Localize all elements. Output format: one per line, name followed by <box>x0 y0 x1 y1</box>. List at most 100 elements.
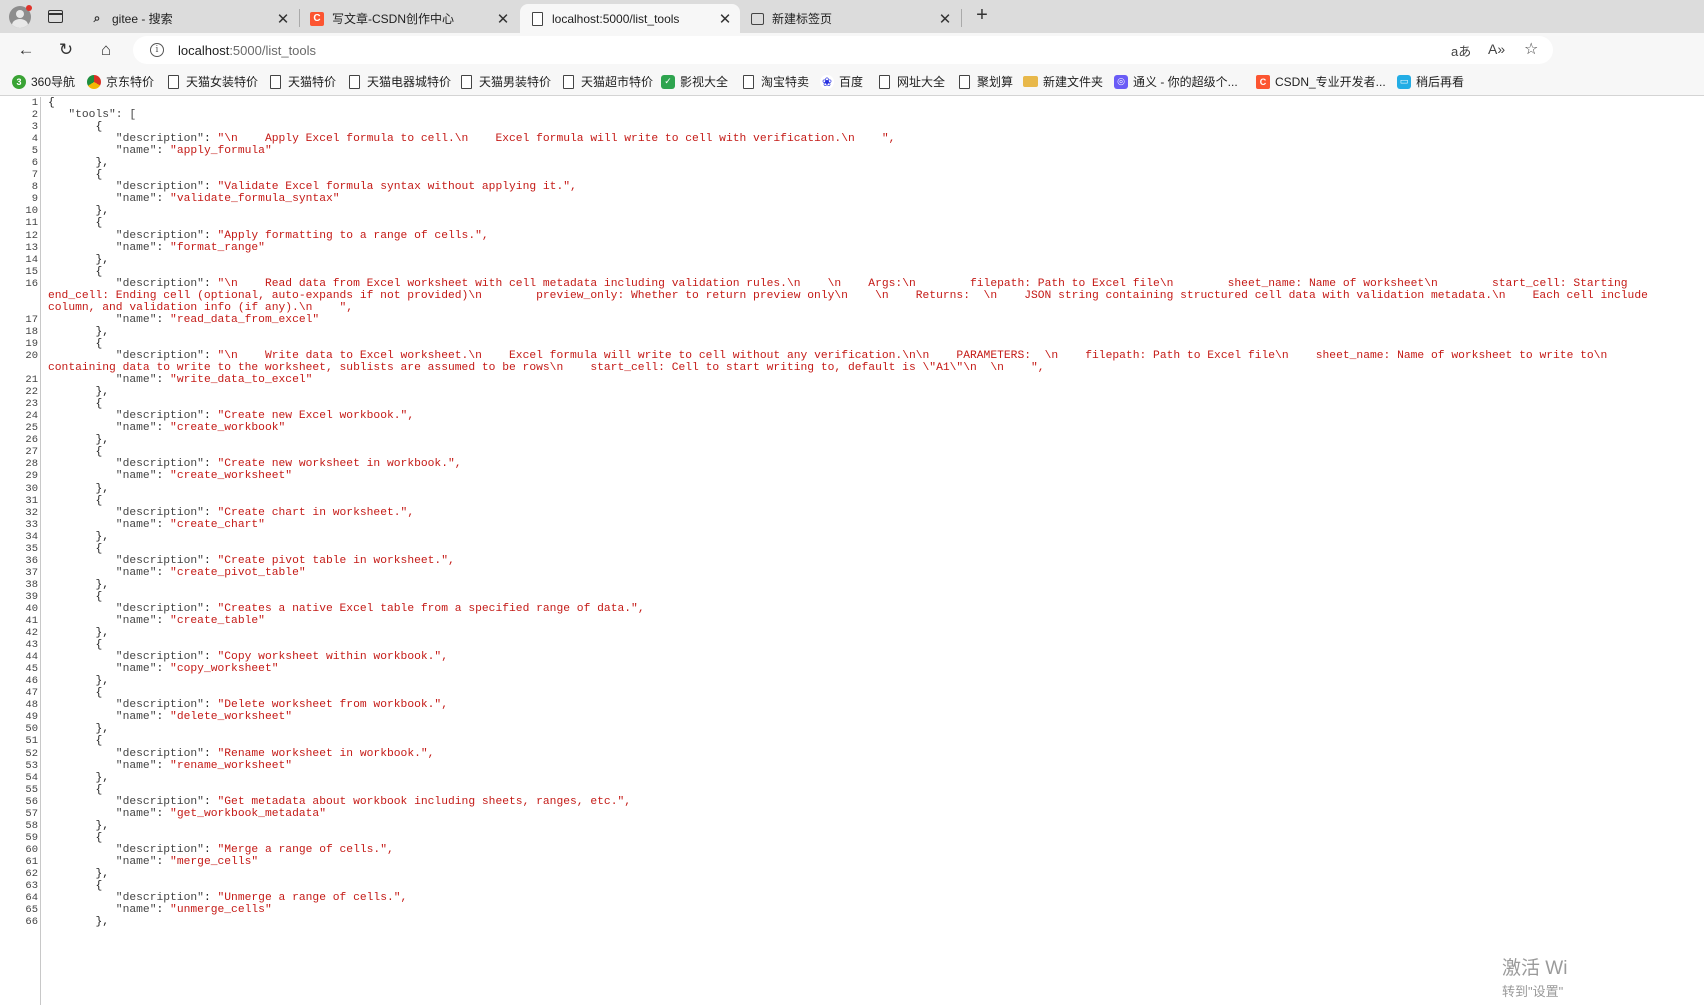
code-text: }, <box>95 723 110 736</box>
line-number: 43 <box>25 639 38 652</box>
code-text: }, <box>95 578 110 591</box>
bookmark-item[interactable]: 聚划算 <box>957 73 1013 90</box>
code-text: "name": "read_data_from_excel" <box>115 313 320 326</box>
back-button[interactable]: ← <box>14 38 38 62</box>
bookmark-item[interactable]: ❀ 百度 <box>820 73 863 90</box>
address-bar[interactable]: i localhost:5000/list_tools aあ A» ☆ <box>133 36 1553 64</box>
code-line: 49 "name": "delete_worksheet" <box>0 711 1704 723</box>
code-line: 18 }, <box>0 326 1704 338</box>
code-text: }, <box>95 868 110 880</box>
code-text: "description": "\n Read data from Excel … <box>115 277 1628 290</box>
code-line: 5 "name": "apply_formula" <box>0 145 1704 157</box>
code-line: 32 "description": "Create chart in works… <box>0 507 1704 519</box>
line-number: 26 <box>25 434 38 447</box>
favorite-star-icon[interactable]: ☆ <box>1524 39 1538 59</box>
code-line: 22 }, <box>0 386 1704 398</box>
close-icon[interactable]: ✕ <box>716 10 734 28</box>
bookmark-item[interactable]: 新建文件夹 <box>1023 73 1103 90</box>
line-number: 47 <box>25 687 38 700</box>
json-viewer[interactable]: 1{2 "tools": [3 {4 "description": "\n Ap… <box>0 97 1704 1005</box>
bookmark-item[interactable]: 京东特价 <box>87 73 154 90</box>
code-text: end_cell: Ending cell (optional, auto-ex… <box>48 289 1648 302</box>
url-path: :5000/list_tools <box>229 43 317 58</box>
code-text: column, and validation info (if any).\n … <box>48 301 354 314</box>
line-number: 61 <box>25 855 38 868</box>
url-text[interactable]: localhost:5000/list_tools <box>178 43 316 58</box>
bookmark-item[interactable]: C CSDN_专业开发者... <box>1256 73 1386 90</box>
code-text: containing data to write to the workshee… <box>48 362 1045 375</box>
tab-new[interactable]: 新建标签页 ✕ <box>740 4 960 33</box>
bookmark-item[interactable]: 天猫特价 <box>268 73 336 90</box>
code-line: 28 "description": "Create new worksheet … <box>0 458 1704 470</box>
page-icon <box>530 11 544 26</box>
code-text: "name": "create_workbook" <box>115 422 286 435</box>
close-icon[interactable]: ✕ <box>494 10 512 28</box>
code-line: 17 "name": "read_data_from_excel" <box>0 314 1704 326</box>
code-text: { <box>95 265 103 278</box>
line-number: 62 <box>25 868 38 880</box>
bookmark-item[interactable]: 天猫超市特价 <box>561 73 653 90</box>
line-number: 63 <box>25 880 38 893</box>
line-number: 42 <box>25 627 38 640</box>
read-aloud-icon[interactable]: A» <box>1488 41 1505 57</box>
page-icon <box>743 74 754 89</box>
bookmark-item[interactable]: 天猫男装特价 <box>459 73 551 90</box>
code-line: 42 }, <box>0 627 1704 639</box>
csdn-icon: C <box>310 11 324 26</box>
code-line: 52 "description": "Rename worksheet in w… <box>0 748 1704 760</box>
tab-actions-icon[interactable] <box>48 10 63 23</box>
code-text: { <box>95 639 103 652</box>
bookmark-label: 百度 <box>839 75 864 89</box>
code-line: 40 "description": "Creates a native Exce… <box>0 603 1704 615</box>
line-number: 12 <box>25 229 38 242</box>
bookmark-item[interactable]: ◎ 通义 - 你的超级个... <box>1114 73 1238 90</box>
tab-csdn[interactable]: C 写文章-CSDN创作中心 ✕ <box>300 4 518 33</box>
code-line: 60 "description": "Merge a range of cell… <box>0 844 1704 856</box>
line-number: 30 <box>25 482 38 495</box>
code-text: }, <box>95 325 110 338</box>
code-line: 34 }, <box>0 531 1704 543</box>
code-text: "name": "create_chart" <box>115 518 265 531</box>
code-line: 65 "name": "unmerge_cells" <box>0 904 1704 916</box>
line-number: 46 <box>25 675 38 688</box>
tab-gitee[interactable]: ⌕ gitee - 搜索 ✕ <box>80 4 298 33</box>
bookmark-label: 天猫特价 <box>288 75 337 89</box>
bookmark-item[interactable]: 3 360导航 <box>12 73 75 90</box>
code-lines: 1{2 "tools": [3 {4 "description": "\n Ap… <box>0 97 1704 928</box>
bookmark-item[interactable]: 网址大全 <box>877 73 945 90</box>
page-icon <box>563 74 574 89</box>
tab-list-tools[interactable]: localhost:5000/list_tools ✕ <box>520 4 740 33</box>
360-icon: 3 <box>12 74 26 89</box>
code-line: 14 }, <box>0 254 1704 266</box>
code-line: 43 { <box>0 639 1704 651</box>
translate-icon[interactable]: aあ <box>1451 41 1471 60</box>
line-number: 29 <box>25 470 38 483</box>
line-number: 24 <box>25 410 38 423</box>
code-line: 37 "name": "create_pivot_table" <box>0 567 1704 579</box>
line-number: 50 <box>25 723 38 736</box>
close-icon[interactable]: ✕ <box>936 10 954 28</box>
info-icon[interactable]: i <box>150 43 164 57</box>
line-number: 1 <box>31 97 38 109</box>
code-text: { <box>95 169 103 182</box>
bookmark-item[interactable]: ▭ 稍后再看 <box>1397 73 1464 90</box>
close-icon[interactable]: ✕ <box>274 10 292 28</box>
baidu-icon: ❀ <box>820 74 834 89</box>
bookmark-item[interactable]: ✓ 影视大全 <box>661 73 728 90</box>
bookmark-item[interactable]: 天猫电器城特价 <box>347 73 451 90</box>
code-text: }, <box>95 819 110 832</box>
tab-separator <box>961 9 962 27</box>
bookmark-label: 稍后再看 <box>1416 75 1465 89</box>
bookmark-item[interactable]: 天猫女装特价 <box>166 73 258 90</box>
reload-button[interactable]: ↻ <box>54 38 78 62</box>
home-button[interactable]: ⌂ <box>94 38 118 62</box>
bookmark-item[interactable]: 淘宝特卖 <box>741 73 809 90</box>
code-line: 46 }, <box>0 675 1704 687</box>
page-icon <box>270 74 281 89</box>
bookmarks-bar: 3 360导航 京东特价 天猫女装特价 天猫特价 天猫电器城特价 天猫男装特价 天… <box>0 66 1704 96</box>
line-number: 3 <box>31 121 38 134</box>
code-line: 50 }, <box>0 723 1704 735</box>
line-number: 27 <box>25 446 38 459</box>
code-text: "name": "copy_worksheet" <box>115 663 279 676</box>
new-tab-button[interactable]: + <box>970 4 994 28</box>
